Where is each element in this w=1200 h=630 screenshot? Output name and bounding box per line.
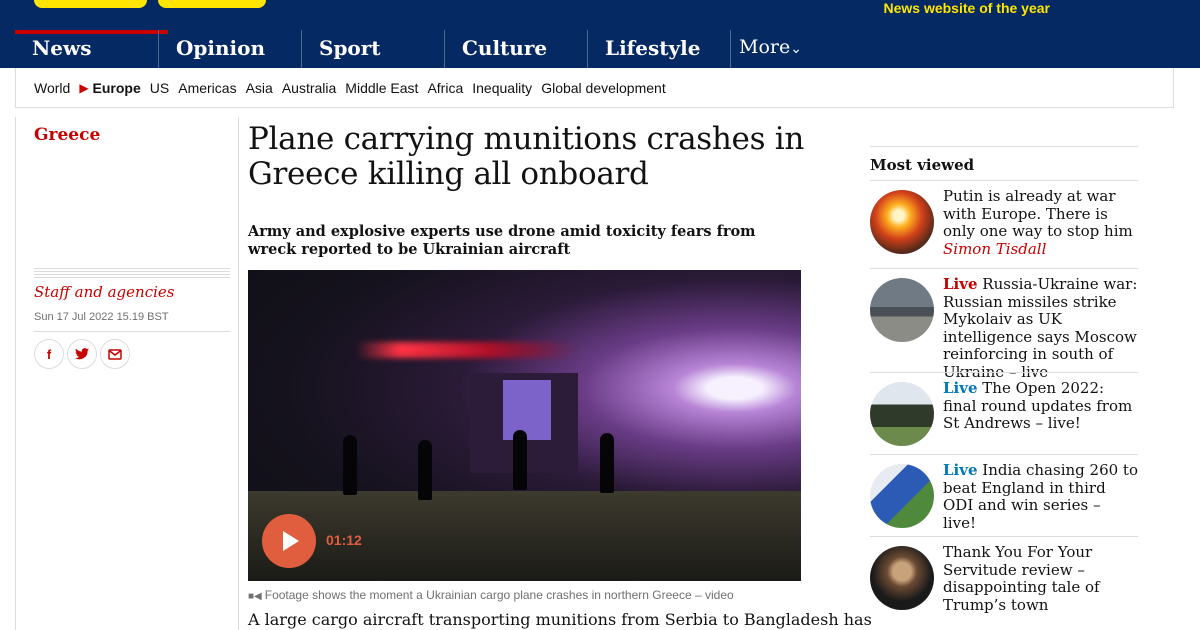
subnav-australia[interactable]: Australia <box>282 80 336 96</box>
most-viewed-title: Most viewed <box>870 156 975 174</box>
video-frame-lights <box>356 342 578 358</box>
most-viewed-text: Live Russia-Ukraine war: Russian missile… <box>943 275 1138 381</box>
pillar-lifestyle[interactable]: Lifestyle <box>587 30 730 68</box>
subnav: World ▶ Europe US Americas Asia Australi… <box>15 68 1174 108</box>
thumbnail-image <box>870 382 934 446</box>
pillar-news[interactable]: News <box>15 30 168 68</box>
section-kicker[interactable]: Greece <box>34 125 100 145</box>
subscribe-button[interactable] <box>158 0 266 8</box>
share-buttons: f <box>34 339 130 369</box>
subnav-global-development[interactable]: Global development <box>541 80 666 96</box>
divider <box>870 536 1138 537</box>
article-headline: Plane carrying munitions crashes in Gree… <box>248 121 805 192</box>
live-label: Live <box>943 461 978 479</box>
subnav-americas[interactable]: Americas <box>178 80 236 96</box>
pillar-nav: News Opinion Sport Culture Lifestyle Mor… <box>15 30 1175 68</box>
video-camera-icon: ■◀ <box>248 591 262 602</box>
masthead: News website of the year News Opinion Sp… <box>0 0 1200 68</box>
video-caption-text: Footage shows the moment a Ukrainian car… <box>264 588 734 602</box>
subnav-us[interactable]: US <box>150 80 169 96</box>
meta-divider <box>34 268 230 278</box>
subnav-asia[interactable]: Asia <box>246 80 273 96</box>
thumbnail-image <box>870 546 934 610</box>
subnav-world[interactable]: World <box>34 80 70 96</box>
pillar-sport[interactable]: Sport <box>301 30 444 68</box>
divider <box>34 331 230 332</box>
most-viewed-text: Live India chasing 260 to beat England i… <box>943 461 1138 532</box>
live-label: Live <box>943 379 978 397</box>
twitter-icon[interactable] <box>67 339 97 369</box>
chevron-down-icon: ⌄ <box>790 41 802 57</box>
byline[interactable]: Staff and agencies <box>34 283 174 301</box>
video-frame-person <box>418 440 432 500</box>
pillar-opinion[interactable]: Opinion <box>158 30 301 68</box>
video-frame-person <box>343 435 357 495</box>
tagline: News website of the year <box>883 0 1050 16</box>
current-section-arrow-icon: ▶ <box>79 80 89 95</box>
more-menu-button[interactable]: More⌄ <box>730 30 802 68</box>
most-viewed-text: Thank You For Your Servitude review – di… <box>943 543 1138 614</box>
thumbnail-image <box>870 464 934 528</box>
headline-text: Putin is already at war with Europe. The… <box>943 187 1133 240</box>
pillar-culture[interactable]: Culture <box>444 30 587 68</box>
video-caption: ■◀ Footage shows the moment a Ukrainian c… <box>248 588 734 602</box>
article-meta-column: Greece Staff and agencies Sun 17 Jul 202… <box>15 117 239 630</box>
divider <box>870 454 1138 455</box>
divider <box>870 180 1138 181</box>
publish-date: Sun 17 Jul 2022 15.19 BST <box>34 311 169 323</box>
thumbnail-image <box>870 278 934 342</box>
article-body: A large cargo aircraft transporting muni… <box>248 610 872 629</box>
play-icon <box>283 531 299 551</box>
divider <box>870 146 1138 147</box>
video-frame-person <box>513 430 527 490</box>
author: Simon Tisdall <box>943 239 1047 258</box>
divider <box>870 372 1138 373</box>
video-duration: 01:12 <box>326 532 362 548</box>
live-label: Live <box>943 275 978 293</box>
article-standfirst: Army and explosive experts use drone ami… <box>248 223 756 258</box>
thumbnail-image <box>870 190 934 254</box>
support-button[interactable] <box>34 0 147 8</box>
video-frame-truck-window <box>503 380 551 440</box>
subnav-inequality[interactable]: Inequality <box>472 80 532 96</box>
headline-text: Thank You For Your Servitude review – di… <box>943 543 1100 614</box>
subnav-africa[interactable]: Africa <box>427 80 463 96</box>
most-viewed-text: Putin is already at war with Europe. The… <box>943 187 1138 258</box>
video-player[interactable]: 01:12 <box>248 270 801 581</box>
play-button[interactable] <box>262 514 316 568</box>
video-frame-person <box>600 433 614 493</box>
subnav-europe[interactable]: Europe <box>93 80 141 96</box>
subnav-middle-east[interactable]: Middle East <box>345 80 418 96</box>
most-viewed-text: Live The Open 2022: final round updates … <box>943 379 1138 433</box>
divider <box>870 268 1138 269</box>
facebook-icon[interactable]: f <box>34 339 64 369</box>
email-icon[interactable] <box>100 339 130 369</box>
more-label: More <box>739 36 791 58</box>
